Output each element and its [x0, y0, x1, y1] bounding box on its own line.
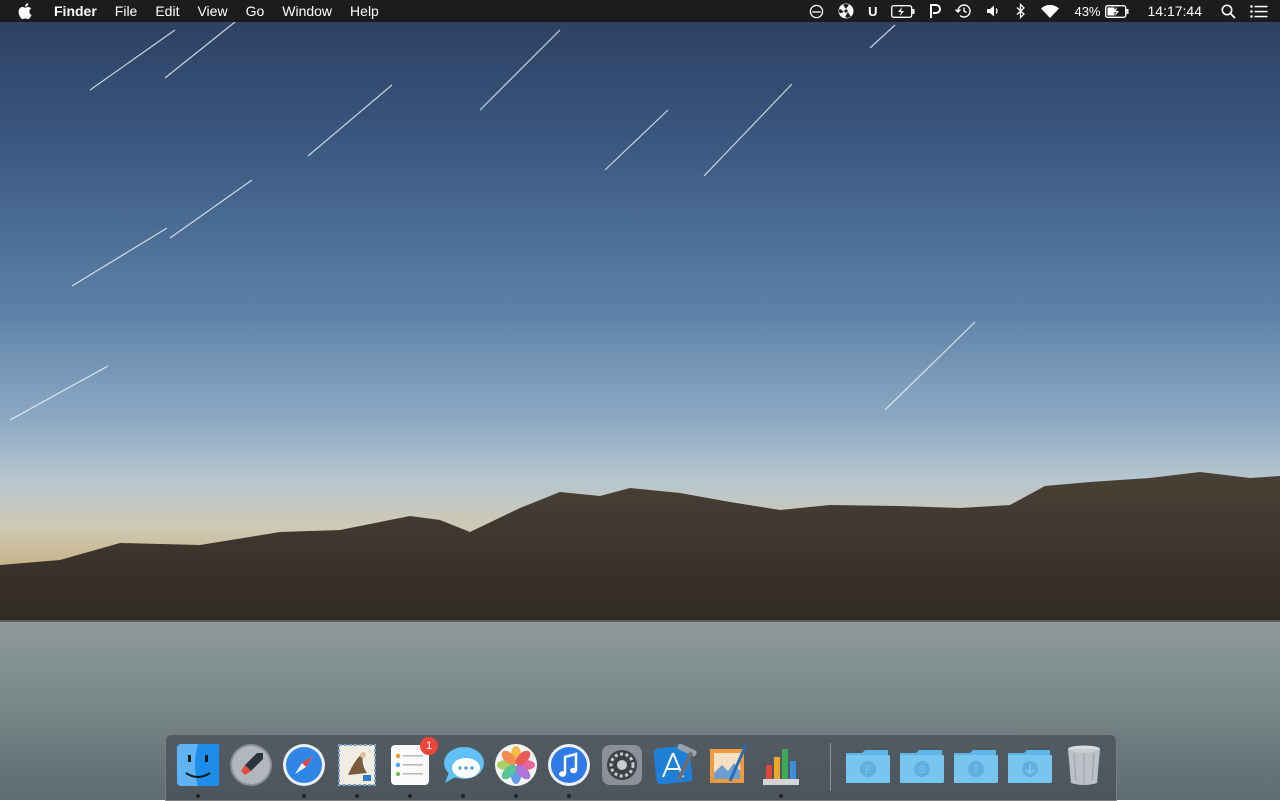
xcode-icon[interactable]: [651, 741, 699, 789]
running-indicator: [461, 794, 465, 798]
dock: 1 F S T: [165, 734, 1117, 801]
itunes-icon[interactable]: [545, 741, 593, 798]
menu-go[interactable]: Go: [237, 0, 274, 22]
desktop-wallpaper: [0, 0, 1280, 800]
menu-view[interactable]: View: [188, 0, 236, 22]
status-area: U 43% 14:17:44: [802, 0, 1280, 22]
wallpaper-image: [0, 21, 1280, 800]
running-indicator: [302, 794, 306, 798]
numbers-icon[interactable]: [757, 741, 805, 798]
u-icon[interactable]: U: [861, 0, 884, 22]
menu-bar: Finder File Edit View Go Window Help U 4: [0, 0, 1280, 22]
sync-icon[interactable]: [802, 0, 831, 22]
running-indicator: [196, 794, 200, 798]
clock[interactable]: 14:17:44: [1136, 0, 1215, 22]
notification-badge: 1: [420, 737, 438, 755]
volume-icon[interactable]: [979, 0, 1008, 22]
dock-divider: [830, 743, 831, 791]
photos-icon[interactable]: [492, 741, 540, 798]
folder-s-icon[interactable]: S: [898, 741, 946, 789]
mail-icon[interactable]: [333, 741, 381, 798]
p-icon[interactable]: [922, 0, 948, 22]
preview-icon[interactable]: [704, 741, 752, 789]
battery-icon[interactable]: [1103, 0, 1136, 22]
messages-icon[interactable]: [439, 741, 487, 798]
running-indicator: [408, 794, 412, 798]
bluetooth-icon[interactable]: [1008, 0, 1033, 22]
folder-f-icon[interactable]: F: [844, 741, 892, 789]
menu-help[interactable]: Help: [341, 0, 388, 22]
battery-percent[interactable]: 43%: [1067, 0, 1102, 22]
apple-icon[interactable]: [18, 0, 34, 22]
menu-edit[interactable]: Edit: [146, 0, 188, 22]
running-indicator: [779, 794, 783, 798]
folder-t-icon[interactable]: T: [952, 741, 1000, 789]
running-indicator: [514, 794, 518, 798]
radiation-icon[interactable]: [831, 0, 861, 22]
battery-charging-icon[interactable]: [884, 0, 922, 22]
notification-center-icon[interactable]: [1243, 0, 1280, 22]
launchpad-icon[interactable]: [227, 741, 275, 789]
downloads-folder-icon[interactable]: [1006, 741, 1054, 789]
reminders-icon[interactable]: 1: [386, 737, 438, 798]
running-indicator: [567, 794, 571, 798]
trash-icon[interactable]: [1060, 741, 1108, 789]
folder-letter: F: [865, 764, 872, 776]
menu-window[interactable]: Window: [273, 0, 341, 22]
time-machine-icon[interactable]: [948, 0, 979, 22]
safari-icon[interactable]: [280, 741, 328, 798]
folder-letter: S: [918, 764, 925, 776]
spotlight-icon[interactable]: [1214, 0, 1243, 22]
app-name-menu[interactable]: Finder: [52, 0, 106, 22]
menu-file[interactable]: File: [106, 0, 147, 22]
folder-letter: T: [973, 764, 980, 776]
system-preferences-icon[interactable]: [598, 741, 646, 789]
wifi-icon[interactable]: [1033, 0, 1067, 22]
running-indicator: [355, 794, 359, 798]
finder-icon[interactable]: [174, 741, 222, 798]
